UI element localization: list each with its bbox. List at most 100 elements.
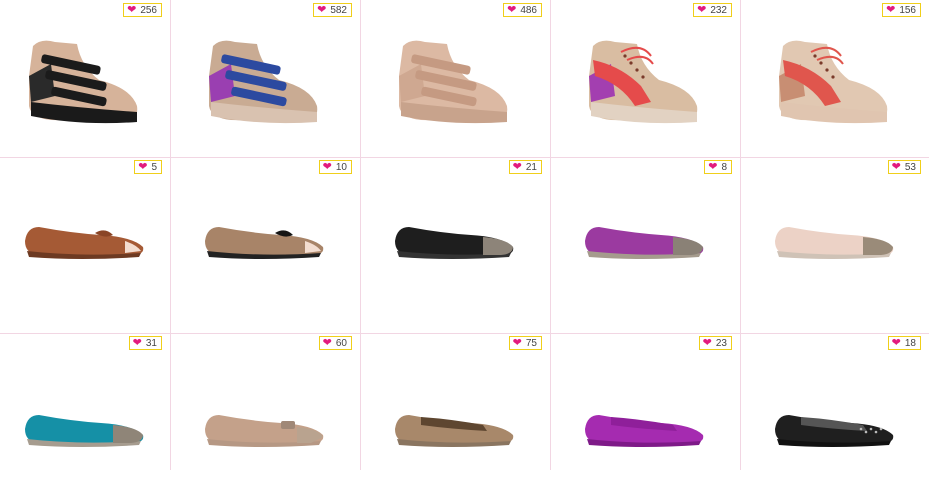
stud [874, 430, 878, 434]
lace-up-sneaker-coral-image[interactable] [581, 36, 709, 128]
like-count: 5 [151, 161, 157, 173]
like-button[interactable]: ❤ 582 [313, 3, 352, 17]
stud [869, 427, 873, 431]
lace-eyelet [819, 61, 823, 65]
row-divider [0, 333, 929, 334]
peep-toe-flat-brown-image[interactable] [21, 197, 149, 289]
product-card[interactable]: ❤ 256 [0, 0, 170, 157]
like-button[interactable]: ❤ 156 [882, 3, 921, 17]
metallic-cap-toe [483, 237, 513, 255]
heart-icon: ❤ [697, 3, 707, 16]
cap-toe-flat-teal-image[interactable] [21, 385, 149, 477]
shoe-upper [395, 415, 514, 443]
shoe-upper [585, 415, 704, 443]
heart-icon: ❤ [708, 160, 718, 173]
like-button[interactable]: ❤ 8 [704, 160, 732, 174]
metallic-cap-toe [673, 237, 703, 255]
like-count: 256 [140, 4, 157, 16]
product-card[interactable]: ❤ 75 [360, 333, 550, 470]
like-count: 156 [899, 4, 916, 16]
product-grid: ❤ 256 ❤ 582 ❤ 486 ❤ 232 ❤ 156 ❤ 5 ❤ 10 ❤ 21 ❤ 8 ❤ 53 ❤ 31 ❤ 60 ❤… [0, 0, 929, 470]
heart-icon: ❤ [127, 3, 137, 16]
heart-icon: ❤ [512, 160, 522, 173]
product-card[interactable]: ❤ 8 [550, 157, 740, 333]
product-card[interactable]: ❤ 486 [360, 0, 550, 157]
like-button[interactable]: ❤ 23 [698, 336, 732, 350]
studded-loafer-black-image[interactable] [771, 385, 899, 477]
like-button[interactable]: ❤ 256 [123, 3, 162, 17]
like-count: 232 [710, 4, 727, 16]
heart-icon: ❤ [512, 336, 522, 349]
product-card[interactable]: ❤ 18 [740, 333, 929, 470]
like-count: 486 [520, 4, 537, 16]
like-count: 21 [525, 161, 537, 173]
product-card[interactable]: ❤ 5 [0, 157, 170, 333]
like-button[interactable]: ❤ 232 [693, 3, 732, 17]
product-card[interactable]: ❤ 582 [170, 0, 360, 157]
like-count: 582 [330, 4, 347, 16]
product-card[interactable]: ❤ 156 [740, 0, 929, 157]
product-card[interactable]: ❤ 21 [360, 157, 550, 333]
like-count: 53 [904, 161, 916, 173]
like-count: 18 [904, 337, 916, 349]
heart-icon: ❤ [322, 336, 332, 349]
heart-icon: ❤ [322, 160, 332, 173]
like-button[interactable]: ❤ 486 [503, 3, 542, 17]
shoe-upper [775, 415, 894, 443]
metallic-cap-toe [863, 237, 893, 255]
like-button[interactable]: ❤ 60 [318, 336, 352, 350]
lace-eyelet [813, 54, 817, 58]
stud [859, 427, 863, 431]
bow-detail [281, 421, 295, 429]
peep-toe-flat-leopard-image[interactable] [201, 197, 329, 289]
like-count: 75 [525, 337, 537, 349]
cap-toe-flat-blush-image[interactable] [771, 197, 899, 289]
product-card[interactable]: ❤ 10 [170, 157, 360, 333]
lace-eyelet [635, 68, 639, 72]
like-count: 31 [145, 337, 157, 349]
heart-icon: ❤ [702, 336, 712, 349]
product-card[interactable]: ❤ 232 [550, 0, 740, 157]
cap-toe-flat-purple-image[interactable] [581, 197, 709, 289]
product-card[interactable]: ❤ 60 [170, 333, 360, 470]
like-count: 23 [715, 337, 727, 349]
heart-icon: ❤ [891, 160, 901, 173]
heart-icon: ❤ [891, 336, 901, 349]
stud [879, 427, 883, 431]
like-button[interactable]: ❤ 21 [508, 160, 542, 174]
lace-eyelet [825, 68, 829, 72]
like-button[interactable]: ❤ 75 [508, 336, 542, 350]
wedge-sneaker-rose-gold-image[interactable] [391, 36, 519, 128]
column-divider [360, 0, 361, 470]
wedge-sneaker-blue-purple-image[interactable] [201, 36, 329, 128]
lace-up-sneaker-nude-image[interactable] [771, 36, 899, 128]
heart-icon: ❤ [138, 160, 148, 173]
cap-toe-flat-black-image[interactable] [391, 197, 519, 289]
like-count: 8 [721, 161, 727, 173]
loafer-purple-image[interactable] [581, 385, 709, 477]
loafer-leopard-image[interactable] [391, 385, 519, 477]
lace-eyelet [831, 75, 835, 79]
like-button[interactable]: ❤ 10 [318, 160, 352, 174]
lace-eyelet [629, 61, 633, 65]
bow-flat-taupe-image[interactable] [201, 385, 329, 477]
like-button[interactable]: ❤ 53 [887, 160, 921, 174]
product-card[interactable]: ❤ 31 [0, 333, 170, 470]
like-button[interactable]: ❤ 31 [128, 336, 162, 350]
heart-icon: ❤ [507, 3, 517, 16]
heart-icon: ❤ [886, 3, 896, 16]
wedge-sneaker-black-beige-image[interactable] [21, 36, 149, 128]
lace-eyelet [623, 54, 627, 58]
product-card[interactable]: ❤ 53 [740, 157, 929, 333]
column-divider [170, 0, 171, 470]
like-button[interactable]: ❤ 5 [134, 160, 162, 174]
lace-eyelet [641, 75, 645, 79]
like-count: 60 [335, 337, 347, 349]
product-card[interactable]: ❤ 23 [550, 333, 740, 470]
stud [864, 430, 868, 434]
like-count: 10 [335, 161, 347, 173]
heart-icon: ❤ [317, 3, 327, 16]
column-divider [550, 0, 551, 470]
column-divider [740, 0, 741, 470]
like-button[interactable]: ❤ 18 [887, 336, 921, 350]
